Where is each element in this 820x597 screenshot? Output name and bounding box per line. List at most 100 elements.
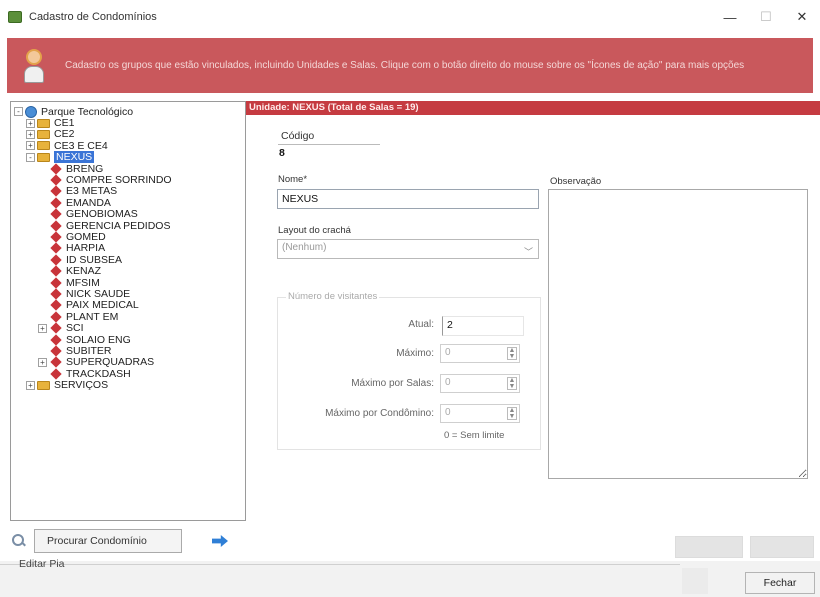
unit-icon (50, 162, 62, 175)
tree-node[interactable]: PAIX MEDICAL (14, 299, 242, 311)
nome-input[interactable] (277, 189, 539, 209)
tree-node[interactable]: + CE2 (14, 128, 242, 140)
tree-node[interactable]: GERENCIA PEDIDOS (14, 220, 242, 232)
atual-input[interactable]: 2 (442, 316, 524, 336)
expand-icon[interactable]: + (38, 323, 47, 333)
close-button[interactable]: ✕ (784, 0, 820, 34)
tree-node-label[interactable]: PLANT EM (66, 311, 118, 323)
banner-text: Cadastro os grupos que estão vinculados,… (65, 60, 745, 71)
max-sala-spinner[interactable]: 0 ▲ ▼ (440, 374, 520, 393)
expand-icon[interactable]: + (26, 141, 35, 151)
tree-node-label[interactable]: HARPIA (66, 242, 105, 254)
close-dialog-button[interactable]: Fechar (745, 572, 815, 594)
cancel-button[interactable] (750, 536, 814, 558)
tree-node-label[interactable]: Parque Tecnológico (41, 106, 133, 118)
tree-node[interactable]: + SERVIÇOS (14, 379, 242, 391)
tree-node-label[interactable]: CE2 (54, 128, 74, 140)
expand-icon[interactable]: + (38, 357, 47, 367)
expand-icon (38, 346, 47, 356)
tree-node[interactable]: HARPIA (14, 242, 242, 255)
tree-node[interactable]: ID SUBSEA (14, 254, 242, 266)
no-limit-hint: 0 = Sem limite (444, 430, 505, 441)
observacao-textarea[interactable] (548, 189, 808, 479)
tree-node-label[interactable]: BRENG (66, 163, 103, 175)
tree-node-label[interactable]: NEXUS (54, 151, 95, 164)
tree-node[interactable]: KENAZ (14, 265, 242, 277)
maximo-spinner[interactable]: 0 ▲ ▼ (440, 344, 520, 363)
unit-icon (50, 333, 62, 346)
tree-node-label[interactable]: SUPERQUADRAS (66, 356, 154, 368)
condominium-tree[interactable]: - Parque Tecnológico + CE1 + CE2 + CE3 E CE4 - NE… (10, 101, 246, 521)
collapse-icon[interactable]: - (14, 107, 23, 117)
tree-node-label[interactable]: SERVIÇOS (54, 379, 108, 391)
search-condominium-button[interactable]: Procurar Condomínio (34, 529, 182, 553)
tree-node-label[interactable]: MFSIM (66, 277, 100, 289)
disabled-control (682, 568, 708, 594)
tree-node[interactable]: GENOBIOMAS (14, 208, 242, 220)
tree-node-label[interactable]: ID SUBSEA (66, 254, 122, 266)
expand-icon[interactable]: + (26, 380, 35, 390)
save-button[interactable] (675, 536, 743, 558)
collapse-icon[interactable]: - (26, 152, 35, 162)
tree-node-label[interactable]: NICK SAUDE (66, 288, 130, 300)
tree-node[interactable]: E3 METAS (14, 185, 242, 198)
folder-icon (37, 141, 50, 151)
restore-button[interactable]: ☐ (748, 0, 784, 34)
folder-icon (37, 129, 50, 139)
expand-icon[interactable]: + (26, 118, 35, 128)
tree-node[interactable]: TRACKDASH (14, 368, 242, 380)
tree-node-label[interactable]: CE3 E CE4 (54, 140, 108, 152)
max-cond-value: 0 (445, 407, 451, 418)
tree-node[interactable]: EMANDA (14, 197, 242, 209)
tree-node[interactable]: BRENG (14, 162, 242, 175)
tree-node[interactable]: - NEXUS (14, 151, 242, 164)
tree-node-label[interactable]: GOMED (66, 231, 106, 243)
window-title: Cadastro de Condomínios (29, 11, 157, 23)
tree-node[interactable]: SUBITER (14, 345, 242, 357)
tree-node[interactable]: NICK SAUDE (14, 288, 242, 300)
tree-node[interactable]: COMPRE SORRINDO (14, 174, 242, 186)
tree-node-label[interactable]: E3 METAS (66, 185, 117, 197)
tree-node[interactable]: + SCI (14, 322, 242, 334)
minimize-button[interactable]: — (712, 0, 748, 34)
spinner-arrows-icon[interactable]: ▲ ▼ (507, 347, 517, 360)
expand-icon (38, 289, 47, 299)
status-divider (0, 564, 680, 565)
spinner-arrows-icon[interactable]: ▲ ▼ (507, 377, 517, 390)
tree-node-label[interactable]: COMPRE SORRINDO (66, 174, 172, 186)
max-cond-spinner[interactable]: 0 ▲ ▼ (440, 404, 520, 423)
unit-icon (50, 208, 62, 220)
expand-icon[interactable]: + (26, 129, 35, 139)
tree-node-label[interactable]: SOLAIO ENG (66, 334, 131, 346)
tree-node[interactable]: PLANT EM (14, 311, 242, 323)
tree-node[interactable]: GOMED (14, 231, 242, 243)
unit-icon (50, 231, 62, 243)
tree-node[interactable]: + CE1 (14, 117, 242, 129)
tree-node-label[interactable]: CE1 (54, 117, 74, 129)
tree-node-label[interactable]: KENAZ (66, 265, 101, 277)
tree-node-label[interactable]: GENOBIOMAS (66, 208, 138, 220)
tree-node-label[interactable]: GERENCIA PEDIDOS (66, 220, 170, 232)
unit-icon (50, 197, 62, 209)
tree-node-label[interactable]: SCI (66, 322, 84, 334)
export-button[interactable] (208, 530, 232, 552)
tree-node[interactable]: SOLAIO ENG (14, 333, 242, 346)
tree-node-label[interactable]: EMANDA (66, 197, 111, 209)
spinner-arrows-icon[interactable]: ▲ ▼ (507, 407, 517, 420)
tree-node-label[interactable]: PAIX MEDICAL (66, 299, 139, 311)
tree-node[interactable]: - Parque Tecnológico (14, 105, 242, 118)
share-arrow-icon (212, 535, 228, 547)
expand-icon (38, 312, 47, 322)
expand-icon (38, 175, 47, 185)
tree-node-label[interactable]: SUBITER (66, 345, 112, 357)
tree-node[interactable]: + SUPERQUADRAS (14, 356, 242, 368)
layout-label: Layout do crachá (278, 225, 351, 236)
unit-icon (50, 254, 62, 266)
tree-node[interactable]: MFSIM (14, 277, 242, 289)
tree-node-label[interactable]: TRACKDASH (66, 368, 131, 380)
unit-icon (50, 242, 62, 255)
nome-label: Nome* (278, 174, 308, 185)
tree-node[interactable]: + CE3 E CE4 (14, 140, 242, 152)
unit-icon (50, 185, 62, 198)
layout-select[interactable]: (Nenhum) ﹀ (277, 239, 539, 259)
